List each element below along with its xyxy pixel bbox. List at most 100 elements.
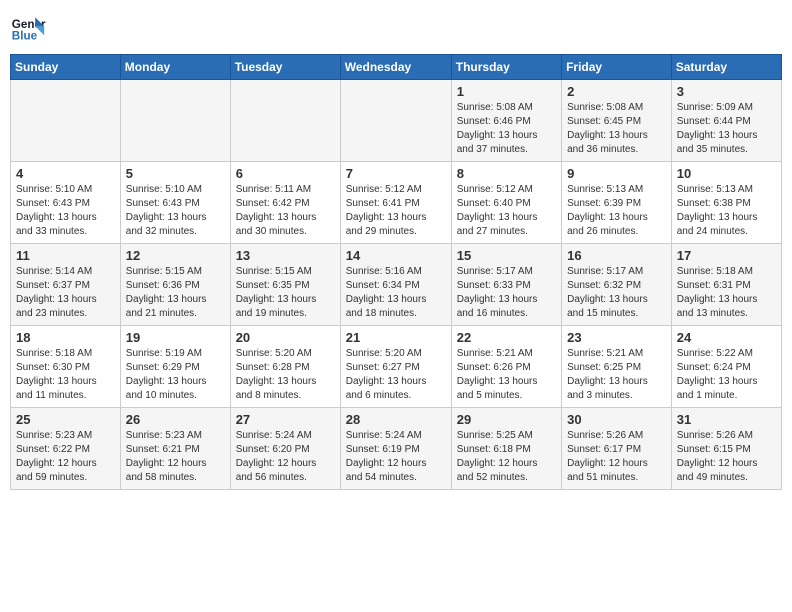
calendar-table: SundayMondayTuesdayWednesdayThursdayFrid… — [10, 54, 782, 490]
day-header-friday: Friday — [562, 55, 672, 80]
calendar-cell: 21 Sunrise: 5:20 AM Sunset: 6:27 PM Dayli… — [340, 326, 451, 408]
day-info: Sunrise: 5:09 AM Sunset: 6:44 PM Dayligh… — [677, 101, 776, 157]
calendar-header-row: SundayMondayTuesdayWednesdayThursdayFrid… — [11, 55, 782, 80]
calendar-cell: 13 Sunrise: 5:15 AM Sunset: 6:35 PM Dayli… — [230, 244, 340, 326]
day-number: 29 — [457, 412, 556, 427]
calendar-cell: 18 Sunrise: 5:18 AM Sunset: 6:30 PM Dayli… — [11, 326, 121, 408]
calendar-cell: 10 Sunrise: 5:13 AM Sunset: 6:38 PM Dayli… — [671, 162, 781, 244]
calendar-cell: 30Sunrise: 5:26 AM Sunset: 6:17 PM Dayli… — [562, 408, 672, 490]
day-info: Sunrise: 5:20 AM Sunset: 6:27 PM Dayligh… — [346, 347, 446, 403]
day-info: Sunrise: 5:18 AM Sunset: 6:30 PM Dayligh… — [16, 347, 115, 403]
day-number: 19 — [126, 330, 225, 345]
calendar-cell: 25Sunrise: 5:23 AM Sunset: 6:22 PM Dayli… — [11, 408, 121, 490]
day-info: Sunrise: 5:16 AM Sunset: 6:34 PM Dayligh… — [346, 265, 446, 321]
day-number: 5 — [126, 166, 225, 181]
day-info: Sunrise: 5:12 AM Sunset: 6:41 PM Dayligh… — [346, 183, 446, 239]
calendar-cell: 16Sunrise: 5:17 AM Sunset: 6:32 PM Dayli… — [562, 244, 672, 326]
calendar-cell: 20 Sunrise: 5:20 AM Sunset: 6:28 PM Dayli… — [230, 326, 340, 408]
calendar-cell: 19Sunrise: 5:19 AM Sunset: 6:29 PM Dayli… — [120, 326, 230, 408]
day-number: 10 — [677, 166, 776, 181]
day-info: Sunrise: 5:12 AM Sunset: 6:40 PM Dayligh… — [457, 183, 556, 239]
calendar-cell: 7 Sunrise: 5:12 AM Sunset: 6:41 PM Daylig… — [340, 162, 451, 244]
day-header-thursday: Thursday — [451, 55, 561, 80]
day-info: Sunrise: 5:08 AM Sunset: 6:45 PM Dayligh… — [567, 101, 666, 157]
day-number: 4 — [16, 166, 115, 181]
day-info: Sunrise: 5:13 AM Sunset: 6:39 PM Dayligh… — [567, 183, 666, 239]
calendar-cell: 1 Sunrise: 5:08 AM Sunset: 6:46 PM Daylig… — [451, 80, 561, 162]
calendar-cell: 26 Sunrise: 5:23 AM Sunset: 6:21 PM Dayli… — [120, 408, 230, 490]
day-info: Sunrise: 5:24 AM Sunset: 6:19 PM Dayligh… — [346, 429, 446, 485]
day-info: Sunrise: 5:22 AM Sunset: 6:24 PM Dayligh… — [677, 347, 776, 403]
day-info: Sunrise: 5:11 AM Sunset: 6:42 PM Dayligh… — [236, 183, 335, 239]
day-number: 23 — [567, 330, 666, 345]
day-header-tuesday: Tuesday — [230, 55, 340, 80]
calendar-cell: 27 Sunrise: 5:24 AM Sunset: 6:20 PM Dayli… — [230, 408, 340, 490]
day-number: 27 — [236, 412, 335, 427]
day-number: 11 — [16, 248, 115, 263]
logo-icon: General Blue — [10, 10, 46, 46]
day-info: Sunrise: 5:25 AM Sunset: 6:18 PM Dayligh… — [457, 429, 556, 485]
day-number: 13 — [236, 248, 335, 263]
day-number: 3 — [677, 84, 776, 99]
day-info: Sunrise: 5:10 AM Sunset: 6:43 PM Dayligh… — [16, 183, 115, 239]
day-info: Sunrise: 5:08 AM Sunset: 6:46 PM Dayligh… — [457, 101, 556, 157]
calendar-cell: 9 Sunrise: 5:13 AM Sunset: 6:39 PM Daylig… — [562, 162, 672, 244]
day-info: Sunrise: 5:24 AM Sunset: 6:20 PM Dayligh… — [236, 429, 335, 485]
day-number: 12 — [126, 248, 225, 263]
calendar-cell: 12 Sunrise: 5:15 AM Sunset: 6:36 PM Dayli… — [120, 244, 230, 326]
calendar-cell: 29 Sunrise: 5:25 AM Sunset: 6:18 PM Dayli… — [451, 408, 561, 490]
day-number: 26 — [126, 412, 225, 427]
day-info: Sunrise: 5:26 AM Sunset: 6:15 PM Dayligh… — [677, 429, 776, 485]
calendar-cell — [230, 80, 340, 162]
logo: General Blue — [10, 10, 46, 46]
calendar-week-row: 1 Sunrise: 5:08 AM Sunset: 6:46 PM Daylig… — [11, 80, 782, 162]
calendar-cell: 11 Sunrise: 5:14 AM Sunset: 6:37 PM Dayli… — [11, 244, 121, 326]
day-info: Sunrise: 5:21 AM Sunset: 6:26 PM Dayligh… — [457, 347, 556, 403]
day-info: Sunrise: 5:15 AM Sunset: 6:36 PM Dayligh… — [126, 265, 225, 321]
calendar-cell: 28 Sunrise: 5:24 AM Sunset: 6:19 PM Dayli… — [340, 408, 451, 490]
calendar-cell: 31 Sunrise: 5:26 AM Sunset: 6:15 PM Dayli… — [671, 408, 781, 490]
day-info: Sunrise: 5:23 AM Sunset: 6:21 PM Dayligh… — [126, 429, 225, 485]
calendar-cell: 24 Sunrise: 5:22 AM Sunset: 6:24 PM Dayli… — [671, 326, 781, 408]
day-number: 31 — [677, 412, 776, 427]
calendar-cell: 4 Sunrise: 5:10 AM Sunset: 6:43 PM Daylig… — [11, 162, 121, 244]
day-number: 21 — [346, 330, 446, 345]
day-number: 7 — [346, 166, 446, 181]
day-number: 28 — [346, 412, 446, 427]
day-number: 17 — [677, 248, 776, 263]
day-info: Sunrise: 5:14 AM Sunset: 6:37 PM Dayligh… — [16, 265, 115, 321]
day-info: Sunrise: 5:26 AM Sunset: 6:17 PM Dayligh… — [567, 429, 666, 485]
day-number: 24 — [677, 330, 776, 345]
calendar-cell: 2 Sunrise: 5:08 AM Sunset: 6:45 PM Daylig… — [562, 80, 672, 162]
calendar-cell: 14 Sunrise: 5:16 AM Sunset: 6:34 PM Dayli… — [340, 244, 451, 326]
day-header-wednesday: Wednesday — [340, 55, 451, 80]
day-header-monday: Monday — [120, 55, 230, 80]
day-number: 20 — [236, 330, 335, 345]
calendar-cell: 17 Sunrise: 5:18 AM Sunset: 6:31 PM Dayli… — [671, 244, 781, 326]
day-number: 6 — [236, 166, 335, 181]
day-number: 9 — [567, 166, 666, 181]
calendar-cell: 8 Sunrise: 5:12 AM Sunset: 6:40 PM Daylig… — [451, 162, 561, 244]
day-number: 8 — [457, 166, 556, 181]
day-number: 18 — [16, 330, 115, 345]
calendar-week-row: 25Sunrise: 5:23 AM Sunset: 6:22 PM Dayli… — [11, 408, 782, 490]
day-info: Sunrise: 5:21 AM Sunset: 6:25 PM Dayligh… — [567, 347, 666, 403]
day-header-sunday: Sunday — [11, 55, 121, 80]
day-info: Sunrise: 5:20 AM Sunset: 6:28 PM Dayligh… — [236, 347, 335, 403]
day-number: 14 — [346, 248, 446, 263]
calendar-cell: 15Sunrise: 5:17 AM Sunset: 6:33 PM Dayli… — [451, 244, 561, 326]
calendar-week-row: 11 Sunrise: 5:14 AM Sunset: 6:37 PM Dayli… — [11, 244, 782, 326]
day-info: Sunrise: 5:18 AM Sunset: 6:31 PM Dayligh… — [677, 265, 776, 321]
day-info: Sunrise: 5:10 AM Sunset: 6:43 PM Dayligh… — [126, 183, 225, 239]
calendar-week-row: 4 Sunrise: 5:10 AM Sunset: 6:43 PM Daylig… — [11, 162, 782, 244]
day-info: Sunrise: 5:17 AM Sunset: 6:32 PM Dayligh… — [567, 265, 666, 321]
day-number: 1 — [457, 84, 556, 99]
calendar-cell — [340, 80, 451, 162]
calendar-cell: 23 Sunrise: 5:21 AM Sunset: 6:25 PM Dayli… — [562, 326, 672, 408]
day-number: 2 — [567, 84, 666, 99]
calendar-cell: 3 Sunrise: 5:09 AM Sunset: 6:44 PM Daylig… — [671, 80, 781, 162]
day-number: 15 — [457, 248, 556, 263]
day-info: Sunrise: 5:13 AM Sunset: 6:38 PM Dayligh… — [677, 183, 776, 239]
calendar-week-row: 18 Sunrise: 5:18 AM Sunset: 6:30 PM Dayli… — [11, 326, 782, 408]
day-info: Sunrise: 5:15 AM Sunset: 6:35 PM Dayligh… — [236, 265, 335, 321]
